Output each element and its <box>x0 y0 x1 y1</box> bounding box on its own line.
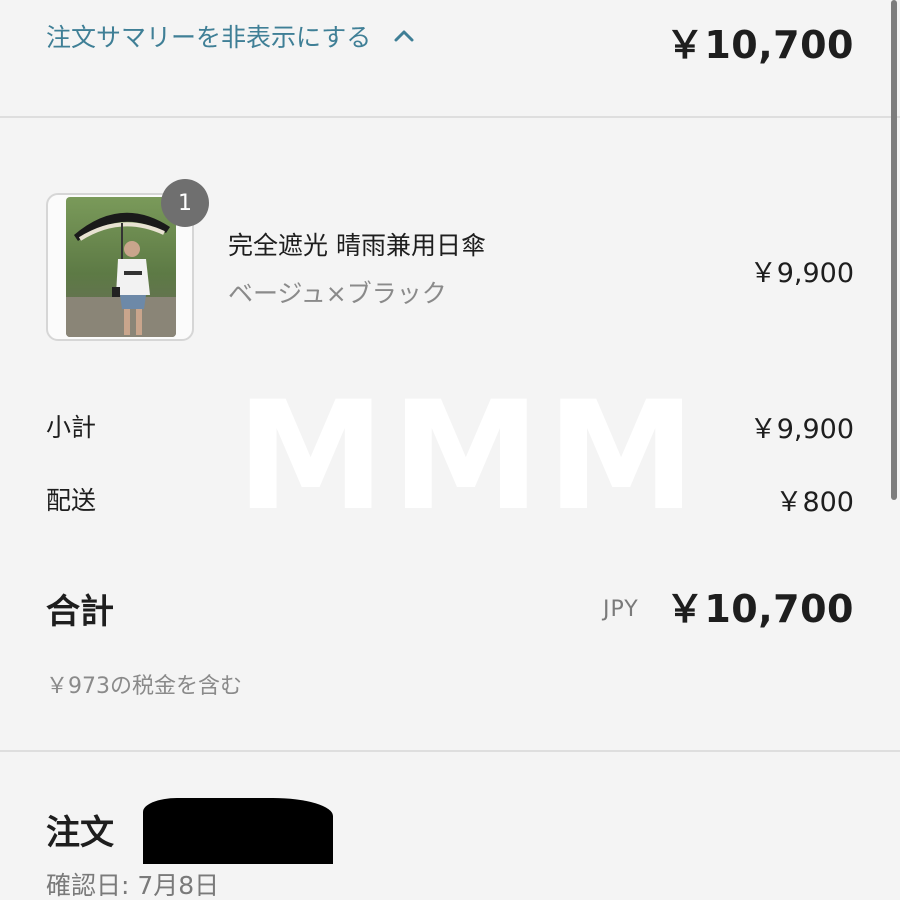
tax-note: ￥973の税金を含む <box>46 674 242 699</box>
shipping-label: 配送 <box>46 486 97 515</box>
order-summary-page: 注文サマリーを非表示にする ￥10,700 1 完全遮光 晴雨兼用日傘 ベージュ… <box>0 0 900 900</box>
scrollbar[interactable] <box>891 0 897 500</box>
hide-order-summary-toggle[interactable]: 注文サマリーを非表示にする <box>46 18 415 54</box>
product-name: 完全遮光 晴雨兼用日傘 <box>228 231 486 260</box>
watermark: MMM <box>236 370 702 544</box>
subtotal-value: ￥9,900 <box>749 414 854 445</box>
product-variant: ベージュ×ブラック <box>228 279 447 308</box>
confirmation-date: 確認日: 7月8日 <box>46 871 220 900</box>
shipping-value: ￥800 <box>775 487 854 518</box>
order-summary-header: 注文サマリーを非表示にする ￥10,700 <box>0 0 900 118</box>
order-title: 注文 <box>46 813 114 853</box>
total-price: ￥10,700 <box>665 587 854 631</box>
header-total-price: ￥10,700 <box>665 23 854 67</box>
chevron-up-icon <box>393 29 415 43</box>
section-divider <box>0 750 900 752</box>
toggle-label: 注文サマリーを非表示にする <box>46 23 372 52</box>
redacted-order-number <box>143 798 333 864</box>
currency-code: JPY <box>603 597 639 622</box>
total-label: 合計 <box>46 592 114 632</box>
quantity-badge: 1 <box>161 179 209 227</box>
product-price: ￥9,900 <box>749 258 854 289</box>
subtotal-label: 小計 <box>46 413 97 442</box>
product-image <box>66 197 176 337</box>
